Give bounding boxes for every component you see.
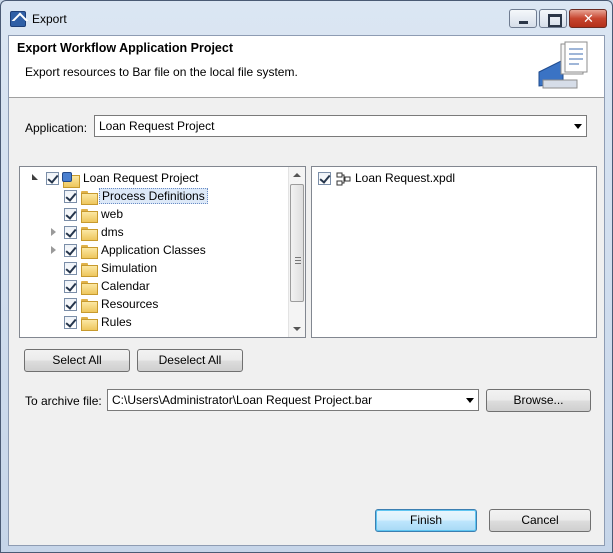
archive-file-value: C:\Users\Administrator\Loan Request Proj… bbox=[112, 393, 373, 407]
tree-item-label: web bbox=[101, 207, 124, 221]
cancel-button[interactable]: Cancel bbox=[489, 509, 591, 532]
export-wizard-icon bbox=[538, 41, 588, 89]
folder-icon bbox=[81, 263, 98, 277]
archive-file-input[interactable]: C:\Users\Administrator\Loan Request Proj… bbox=[107, 389, 479, 411]
tree-item-dms[interactable]: dms bbox=[20, 224, 290, 242]
folder-icon bbox=[81, 281, 98, 295]
xpdl-file-icon bbox=[336, 172, 351, 186]
tree-item-resources[interactable]: Resources bbox=[20, 296, 290, 314]
close-icon: ✕ bbox=[583, 11, 594, 26]
wizard-banner: Export Workflow Application Project Expo… bbox=[9, 36, 604, 98]
folder-icon bbox=[81, 245, 98, 259]
tree-item-label: Simulation bbox=[101, 261, 158, 275]
title-bar[interactable]: Export ✕ bbox=[1, 1, 612, 37]
application-label: Application: bbox=[25, 121, 88, 135]
tree-root-checkbox[interactable] bbox=[46, 172, 59, 185]
folder-icon bbox=[81, 209, 98, 223]
close-button[interactable]: ✕ bbox=[569, 9, 607, 28]
scroll-down-icon[interactable] bbox=[293, 327, 301, 331]
file-item-checkbox[interactable] bbox=[318, 172, 331, 185]
file-item-loan-request-xpdl[interactable]: Loan Request.xpdl bbox=[312, 170, 592, 188]
tree-item-web[interactable]: web bbox=[20, 206, 290, 224]
tree-item-label: Resources bbox=[101, 297, 159, 311]
grip-icon bbox=[295, 257, 301, 264]
folder-icon bbox=[81, 227, 98, 241]
maximize-button[interactable] bbox=[539, 9, 567, 28]
tree-item-checkbox[interactable] bbox=[64, 226, 77, 239]
project-icon bbox=[62, 171, 80, 188]
finish-button[interactable]: Finish bbox=[375, 509, 477, 532]
tree-item-label: Calendar bbox=[101, 279, 150, 293]
chevron-down-icon bbox=[574, 124, 582, 129]
application-selected-value: Loan Request Project bbox=[99, 119, 215, 133]
export-dialog: Export ✕ Export Workflow Application Pro… bbox=[0, 0, 613, 553]
tree-item-checkbox[interactable] bbox=[64, 244, 77, 257]
application-select[interactable]: Loan Request Project bbox=[94, 115, 587, 137]
tree-root-row[interactable]: Loan Request Project bbox=[20, 170, 290, 188]
tree-root-label: Loan Request Project bbox=[83, 171, 199, 185]
resource-tree[interactable]: Loan Request Project Process Definitions… bbox=[19, 166, 306, 338]
tree-item-checkbox[interactable] bbox=[64, 280, 77, 293]
tree-scrollbar[interactable] bbox=[288, 167, 305, 337]
tree-item-rules[interactable]: Rules bbox=[20, 314, 290, 332]
chevron-down-icon bbox=[466, 398, 474, 403]
banner-description: Export resources to Bar file on the loca… bbox=[25, 65, 298, 79]
tree-item-checkbox[interactable] bbox=[64, 316, 77, 329]
folder-icon bbox=[81, 299, 98, 313]
archive-file-label: To archive file: bbox=[25, 394, 102, 408]
tree-item-checkbox[interactable] bbox=[64, 208, 77, 221]
deselect-all-button[interactable]: Deselect All bbox=[137, 349, 243, 372]
tree-item-label: Process Definitions bbox=[99, 188, 208, 204]
banner-title: Export Workflow Application Project bbox=[17, 41, 233, 55]
expand-closed-icon[interactable] bbox=[51, 228, 56, 236]
file-list[interactable]: Loan Request.xpdl bbox=[311, 166, 597, 338]
expand-closed-icon[interactable] bbox=[51, 246, 56, 254]
browse-button[interactable]: Browse... bbox=[486, 389, 591, 412]
scroll-thumb[interactable] bbox=[290, 184, 304, 302]
file-item-label: Loan Request.xpdl bbox=[355, 171, 456, 185]
scroll-up-icon[interactable] bbox=[293, 173, 301, 177]
eclipse-app-icon bbox=[10, 11, 26, 27]
minimize-button[interactable] bbox=[509, 9, 537, 28]
tree-item-simulation[interactable]: Simulation bbox=[20, 260, 290, 278]
folder-icon bbox=[81, 191, 98, 205]
tree-item-calendar[interactable]: Calendar bbox=[20, 278, 290, 296]
tree-item-application-classes[interactable]: Application Classes bbox=[20, 242, 290, 260]
folder-icon bbox=[81, 317, 98, 331]
tree-item-checkbox[interactable] bbox=[64, 298, 77, 311]
tree-item-checkbox[interactable] bbox=[64, 262, 77, 275]
dialog-content: Export Workflow Application Project Expo… bbox=[8, 35, 605, 546]
tree-item-process-definitions[interactable]: Process Definitions bbox=[20, 188, 290, 206]
select-all-button[interactable]: Select All bbox=[24, 349, 130, 372]
tree-item-label: Rules bbox=[101, 315, 132, 329]
tree-item-label: dms bbox=[101, 225, 124, 239]
tree-item-checkbox[interactable] bbox=[64, 190, 77, 203]
expand-open-icon[interactable] bbox=[32, 174, 38, 180]
window-title: Export bbox=[32, 12, 67, 26]
tree-item-label: Application Classes bbox=[101, 243, 206, 257]
